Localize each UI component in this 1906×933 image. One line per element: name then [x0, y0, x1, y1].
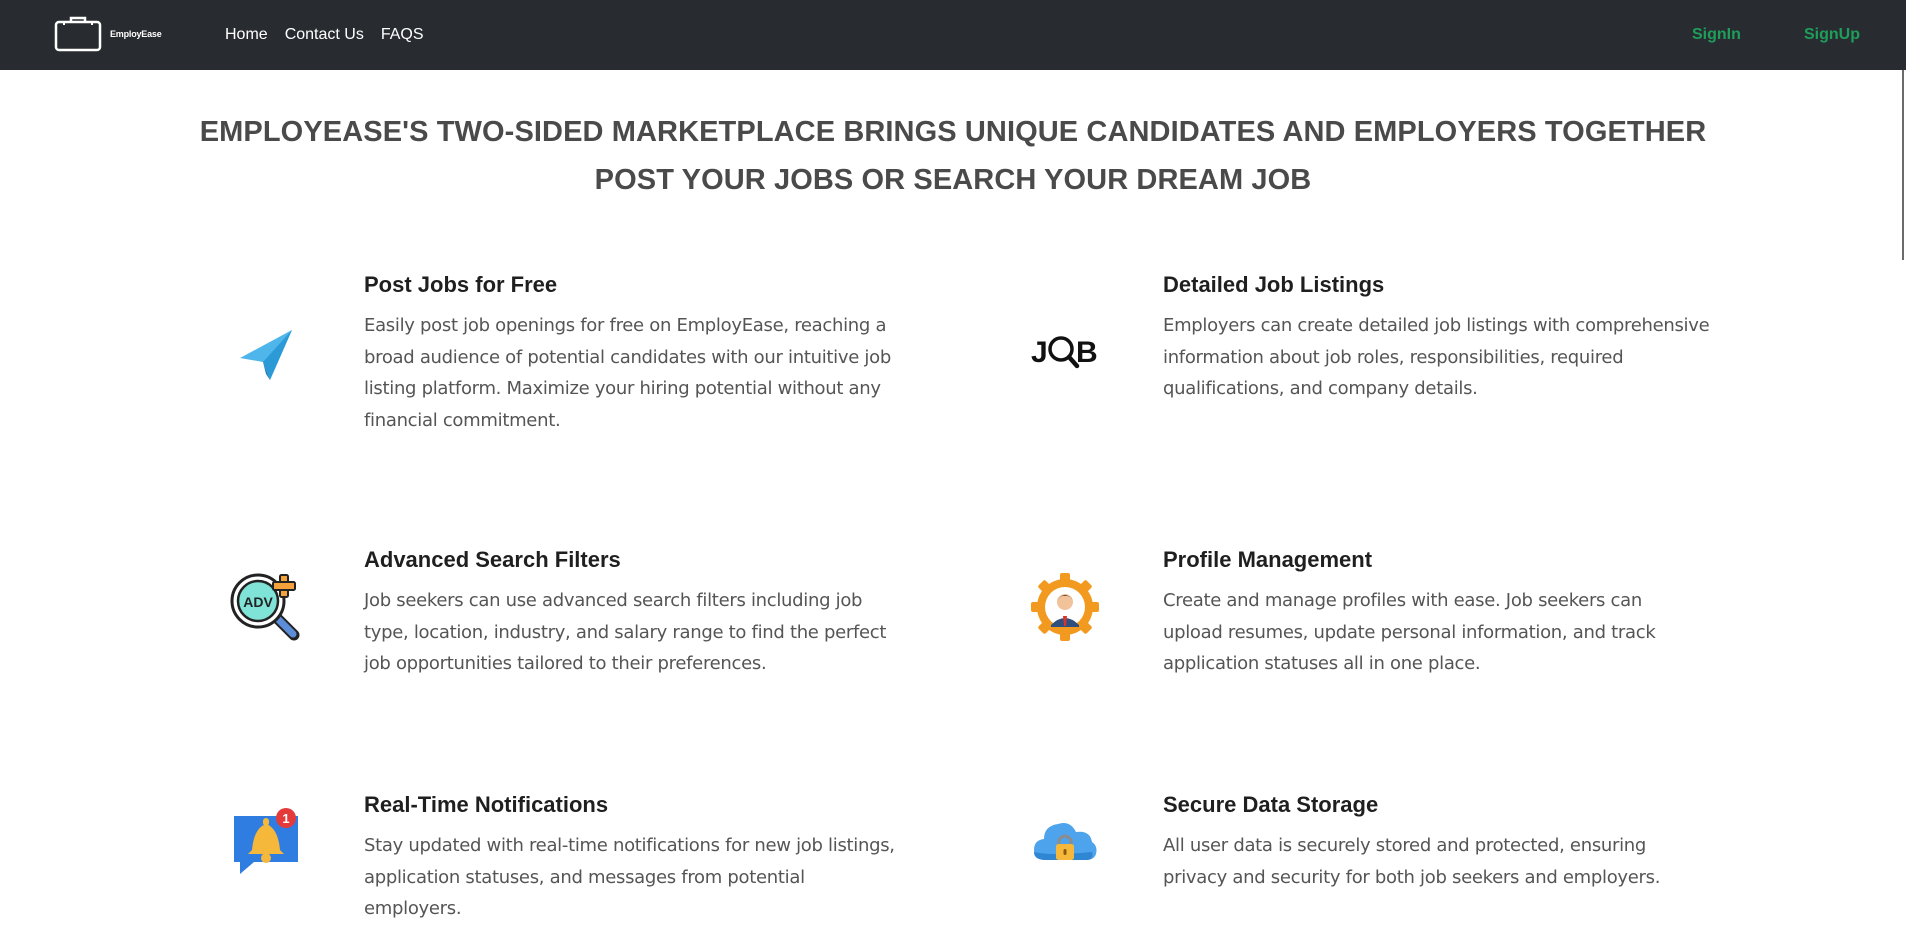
paper-plane-icon: [226, 314, 306, 394]
feature-description: Easily post job openings for free on Emp…: [364, 315, 891, 431]
brand-logo-link[interactable]: EmployEase: [54, 14, 166, 54]
headline-line-2: POST YOUR JOBS OR SEARCH YOUR DREAM JOB: [594, 164, 1312, 196]
cloud-lock-icon: [1025, 802, 1105, 882]
svg-text:J: J: [1031, 336, 1048, 369]
feature-title: Detailed Job Listings: [1163, 272, 1385, 297]
feature-description: Create and manage profiles with ease. Jo…: [1163, 590, 1656, 674]
top-navbar: EmployEase Home Contact Us FAQS SignIn S…: [0, 0, 1906, 70]
nav-links: Home Contact Us FAQS: [225, 0, 441, 70]
feature-card-secure-storage: Secure Data Storage All user data is sec…: [1025, 792, 1725, 902]
advanced-search-icon: ADV: [226, 567, 306, 647]
nav-link-faqs[interactable]: FAQS: [381, 26, 424, 44]
briefcase-icon: [54, 16, 102, 52]
feature-description: Employers can create detailed job listin…: [1163, 315, 1710, 399]
feature-title: Post Jobs for Free: [364, 272, 558, 297]
feature-card-notifications: 1 Real-Time Notifications Stay updated w…: [226, 792, 926, 919]
job-search-icon: J B: [1025, 310, 1105, 390]
feature-title: Secure Data Storage: [1163, 792, 1379, 817]
notification-bell-icon: 1: [226, 802, 306, 882]
signup-link[interactable]: SignUp: [1804, 0, 1860, 70]
feature-description: Job seekers can use advanced search filt…: [364, 590, 887, 674]
svg-text:B: B: [1076, 336, 1098, 369]
nav-link-contact-us[interactable]: Contact Us: [285, 26, 364, 44]
feature-description: All user data is securely stored and pro…: [1163, 835, 1661, 888]
headline-line-1: EMPLOYEASE'S TWO-SIDED MARKETPLACE BRING…: [199, 116, 1707, 148]
feature-title: Advanced Search Filters: [364, 547, 621, 572]
feature-title: Profile Management: [1163, 547, 1373, 572]
svg-text:ADV: ADV: [243, 594, 273, 610]
feature-title: Real-Time Notifications: [364, 792, 609, 817]
notification-badge-count: 1: [282, 811, 289, 826]
feature-card-advanced-search: ADV Advanced Search Filters Job seekers …: [226, 547, 926, 687]
feature-card-detailed-listings: J B Detailed Job Listings Employers can …: [1025, 272, 1725, 432]
nav-link-home[interactable]: Home: [225, 26, 268, 44]
brand-name: EmployEase: [110, 29, 162, 39]
feature-card-post-jobs: Post Jobs for Free Easily post job openi…: [226, 272, 926, 432]
feature-description: Stay updated with real-time notification…: [364, 835, 895, 919]
feature-card-profile-management: Profile Management Create and manage pro…: [1025, 547, 1725, 687]
profile-gear-icon: [1025, 567, 1105, 647]
page-headline: EMPLOYEASE'S TWO-SIDED MARKETPLACE BRING…: [0, 108, 1906, 204]
signin-link[interactable]: SignIn: [1692, 0, 1741, 70]
